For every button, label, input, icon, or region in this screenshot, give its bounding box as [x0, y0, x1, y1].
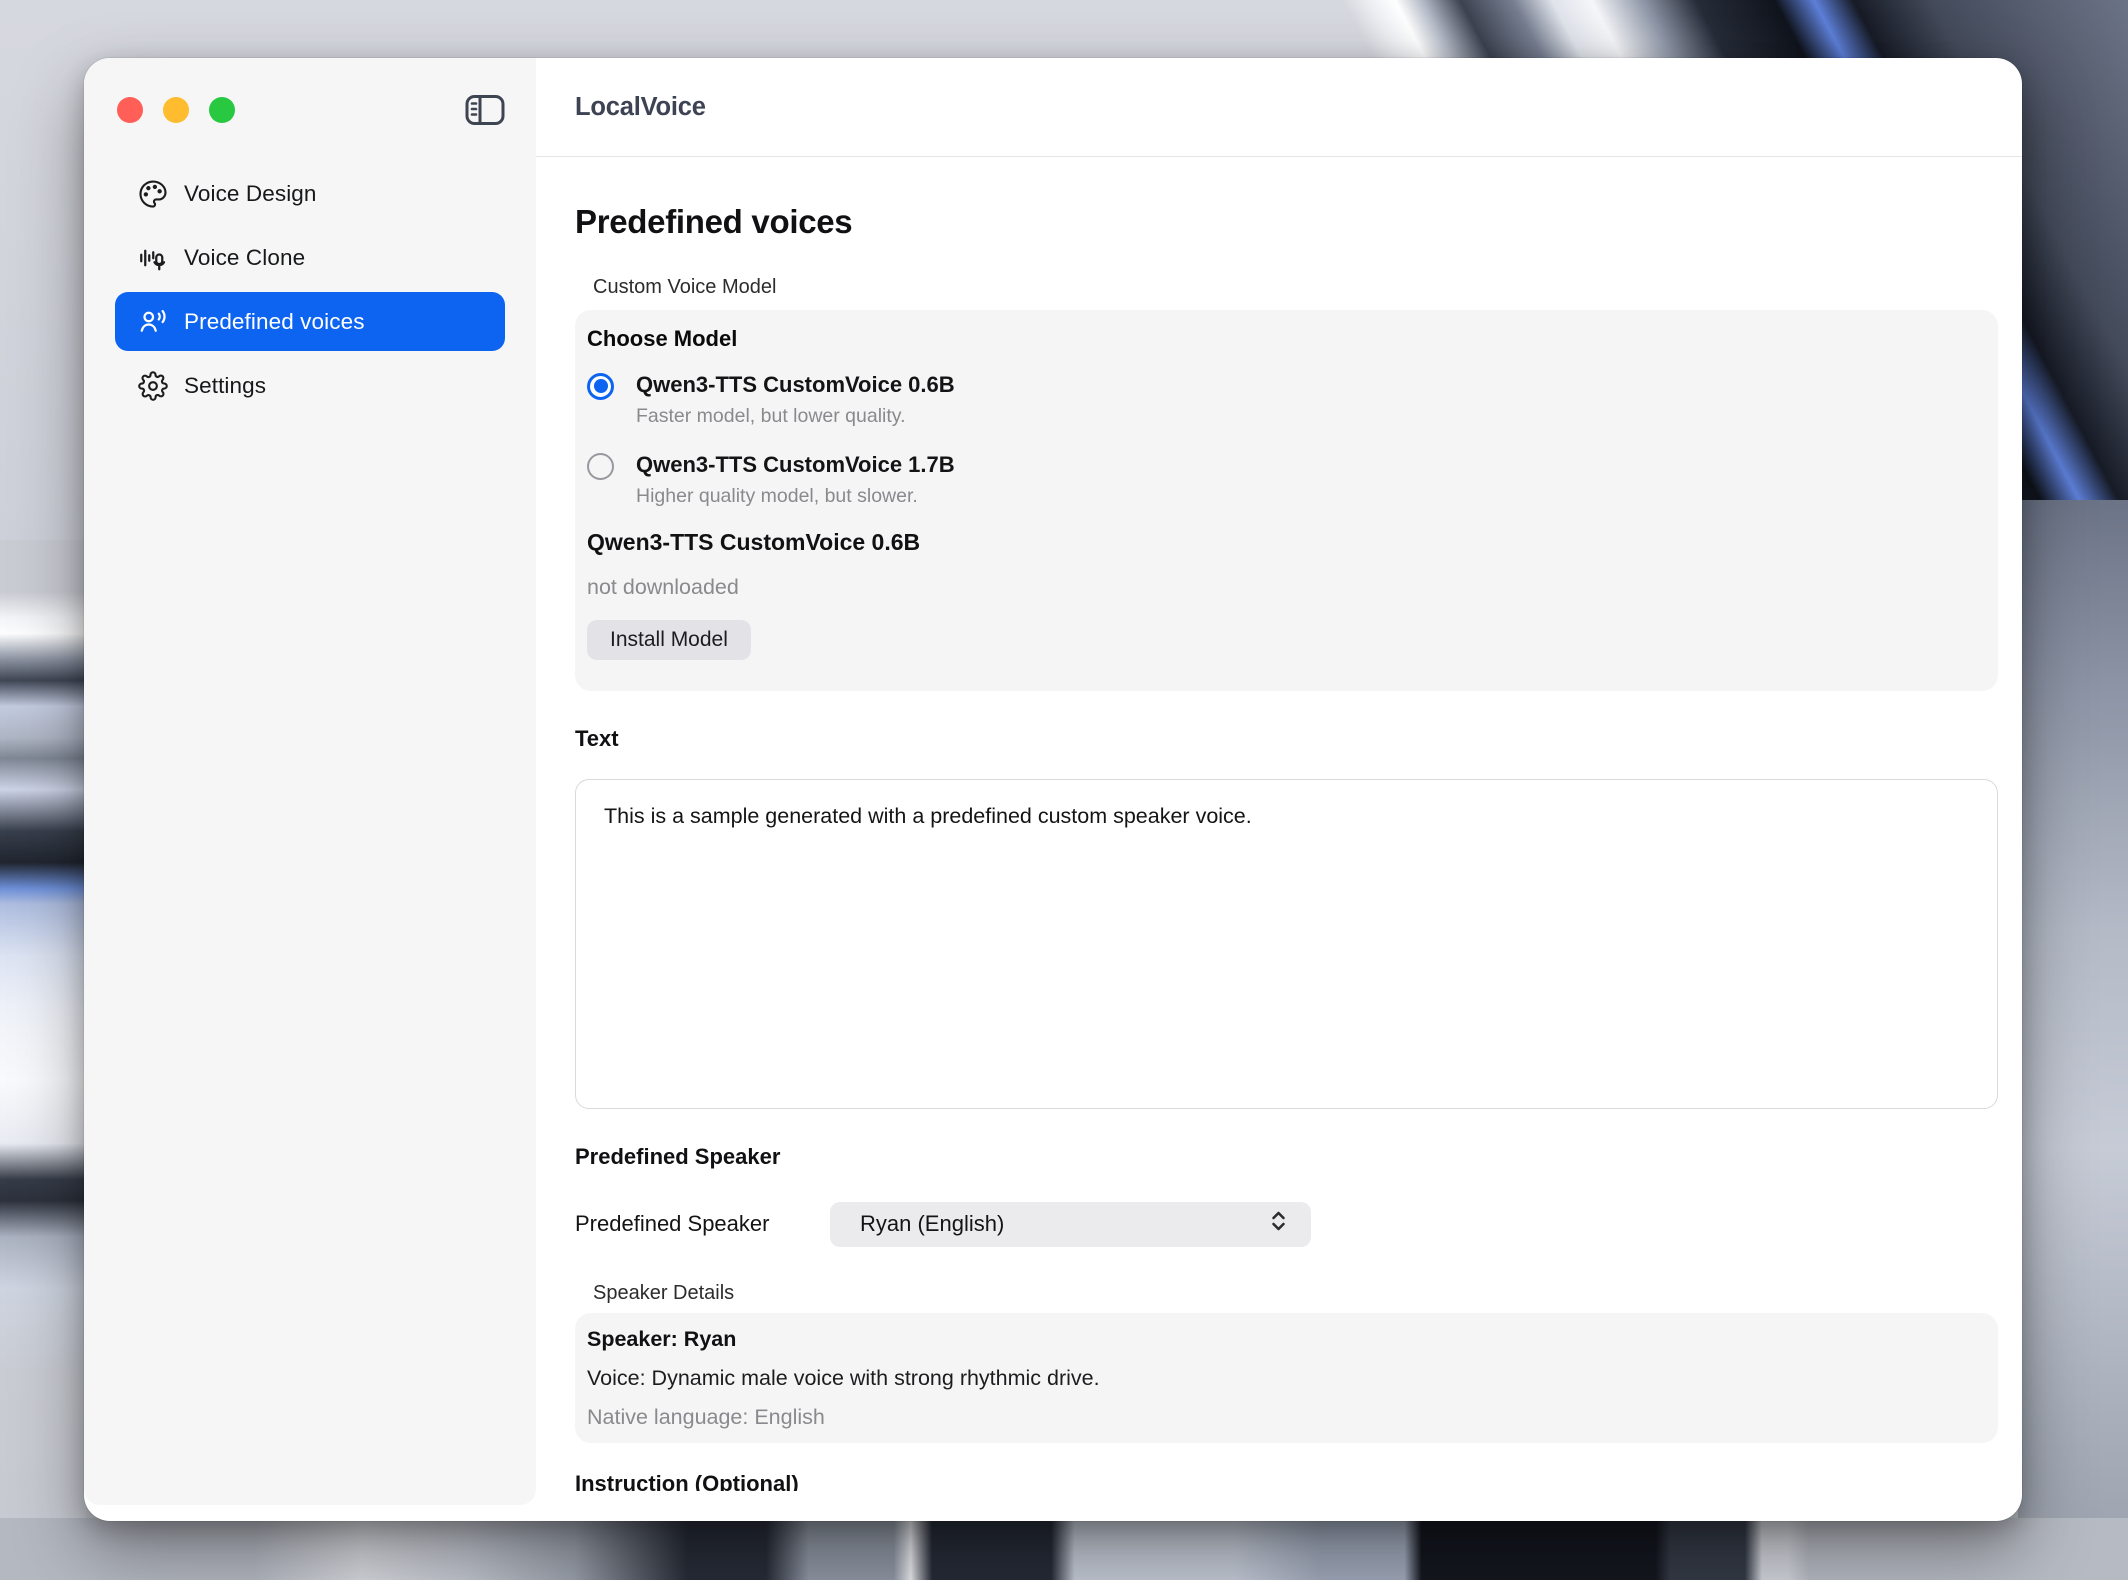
text-input[interactable]: This is a sample generated with a predef… [575, 779, 1998, 1109]
radio-selected-icon[interactable] [587, 373, 614, 400]
window-controls [117, 97, 235, 123]
speaker-name: Speaker: Ryan [587, 1327, 1998, 1352]
model-option-0-6b[interactable]: Qwen3-TTS CustomVoice 0.6B Faster model,… [587, 372, 1998, 428]
speaker-select[interactable]: Ryan (English) [830, 1202, 1311, 1247]
speaker-voice-description: Voice: Dynamic male voice with strong rh… [587, 1366, 1998, 1391]
app-window: Voice Design Voice [84, 58, 2022, 1521]
model-option-1-7b[interactable]: Qwen3-TTS CustomVoice 1.7B Higher qualit… [587, 452, 1998, 508]
selected-model-name: Qwen3-TTS CustomVoice 0.6B [587, 529, 1998, 556]
toggle-sidebar-button[interactable] [465, 94, 505, 126]
sidebar-nav: Voice Design Voice [115, 164, 505, 415]
minimize-window-button[interactable] [163, 97, 189, 123]
page-title: Predefined voices [575, 203, 1997, 241]
wallpaper-gradient-right [2018, 500, 2128, 1580]
desktop: Voice Design Voice [0, 0, 2128, 1580]
instruction-label: Instruction (Optional) [575, 1471, 799, 1491]
radio-unselected-icon[interactable] [587, 453, 614, 480]
sidebar-item-label: Predefined voices [184, 309, 365, 335]
model-option-description: Faster model, but lower quality. [636, 405, 955, 428]
main-area: LocalVoice Predefined voices Custom Voic… [536, 58, 2022, 1521]
model-download-status: not downloaded [587, 575, 1998, 600]
choose-model-card: Choose Model Qwen3-TTS CustomVoice 0.6B … [575, 310, 1998, 691]
person-wave-icon [137, 306, 169, 338]
chevron-up-down-icon [1268, 1209, 1289, 1239]
choose-model-title: Choose Model [587, 326, 1998, 352]
wallpaper-bands-left [0, 540, 86, 1580]
model-option-description: Higher quality model, but slower. [636, 485, 955, 508]
text-label: Text [575, 726, 1997, 752]
window-titlebar: LocalVoice [536, 58, 2022, 157]
window-title: LocalVoice [575, 58, 706, 157]
predefined-speaker-label: Predefined Speaker [575, 1202, 769, 1247]
sidebar-item-settings[interactable]: Settings [115, 356, 505, 415]
waveform-mic-icon [137, 242, 169, 274]
custom-voice-model-label: Custom Voice Model [593, 276, 1997, 299]
zoom-window-button[interactable] [209, 97, 235, 123]
gear-icon [137, 370, 169, 402]
speaker-details-label: Speaker Details [593, 1282, 1997, 1305]
predefined-speaker-heading: Predefined Speaker [575, 1144, 1997, 1170]
content-scroll-area[interactable]: Predefined voices Custom Voice Model Cho… [536, 159, 2022, 1522]
sidebar-item-voice-design[interactable]: Voice Design [115, 164, 505, 223]
sidebar: Voice Design Voice [84, 58, 536, 1505]
speaker-details-card: Speaker: Ryan Voice: Dynamic male voice … [575, 1313, 1998, 1443]
palette-icon [137, 178, 169, 210]
model-option-name: Qwen3-TTS CustomVoice 0.6B [636, 372, 955, 398]
speaker-select-value: Ryan (English) [860, 1211, 1268, 1237]
speaker-native-language: Native language: English [587, 1405, 1998, 1430]
predefined-speaker-row: Predefined Speaker Ryan (English) [575, 1202, 1997, 1247]
text-input-value: This is a sample generated with a predef… [604, 801, 1969, 831]
sidebar-item-label: Voice Design [184, 181, 317, 207]
install-model-button[interactable]: Install Model [587, 620, 751, 660]
sidebar-item-label: Settings [184, 373, 266, 399]
instruction-section-clipped: Instruction (Optional) [575, 1471, 1997, 1491]
sidebar-item-voice-clone[interactable]: Voice Clone [115, 228, 505, 287]
wallpaper-pillars-bottom [0, 1518, 2128, 1580]
model-option-name: Qwen3-TTS CustomVoice 1.7B [636, 452, 955, 478]
close-window-button[interactable] [117, 97, 143, 123]
sidebar-item-label: Voice Clone [184, 245, 305, 271]
sidebar-toggle-icon [465, 114, 505, 129]
sidebar-item-predefined-voices[interactable]: Predefined voices [115, 292, 505, 351]
